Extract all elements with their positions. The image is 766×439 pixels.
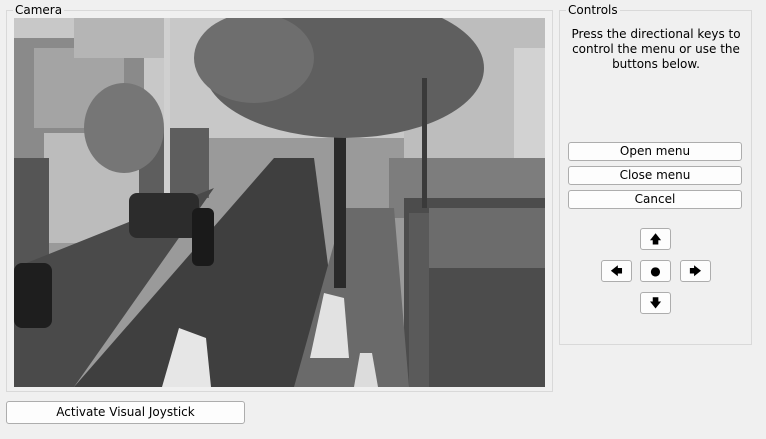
dot-icon: ● <box>650 264 661 278</box>
controls-title: Controls <box>566 3 620 17</box>
controls-instructions: Press the directional keys to control th… <box>571 27 741 71</box>
close-menu-button[interactable]: Close menu <box>568 166 742 185</box>
arrow-right-icon: 🡆 <box>689 264 702 278</box>
camera-feed-image <box>14 18 545 387</box>
camera-groupbox: Camera <box>6 3 553 392</box>
arrow-left-icon: 🡄 <box>610 264 623 278</box>
left-arrow-button[interactable]: 🡄 <box>601 260 632 282</box>
arrow-up-icon: 🡅 <box>649 232 662 246</box>
up-arrow-button[interactable]: 🡅 <box>640 228 671 250</box>
camera-title: Camera <box>13 3 65 17</box>
controls-groupbox: Controls Press the directional keys to c… <box>559 3 752 345</box>
cancel-button[interactable]: Cancel <box>568 190 742 209</box>
open-menu-button[interactable]: Open menu <box>568 142 742 161</box>
activate-visual-joystick-button[interactable]: Activate Visual Joystick <box>6 401 245 424</box>
down-arrow-button[interactable]: 🡇 <box>640 292 671 314</box>
right-arrow-button[interactable]: 🡆 <box>680 260 711 282</box>
camera-feed <box>14 18 545 387</box>
center-button[interactable]: ● <box>640 260 671 282</box>
arrow-down-icon: 🡇 <box>649 296 662 310</box>
